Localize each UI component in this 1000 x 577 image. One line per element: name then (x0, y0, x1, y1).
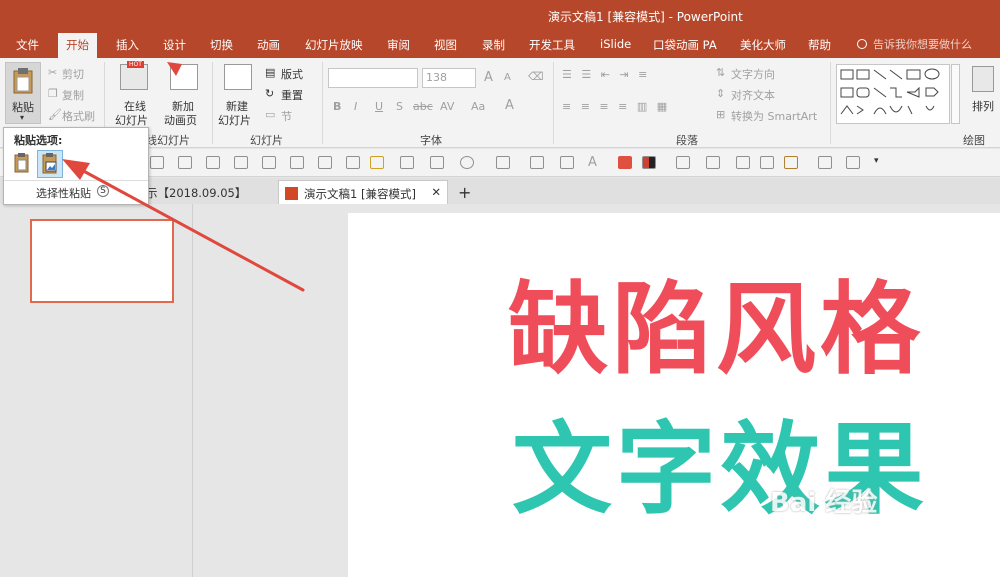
annotation-arrow (62, 62, 305, 292)
